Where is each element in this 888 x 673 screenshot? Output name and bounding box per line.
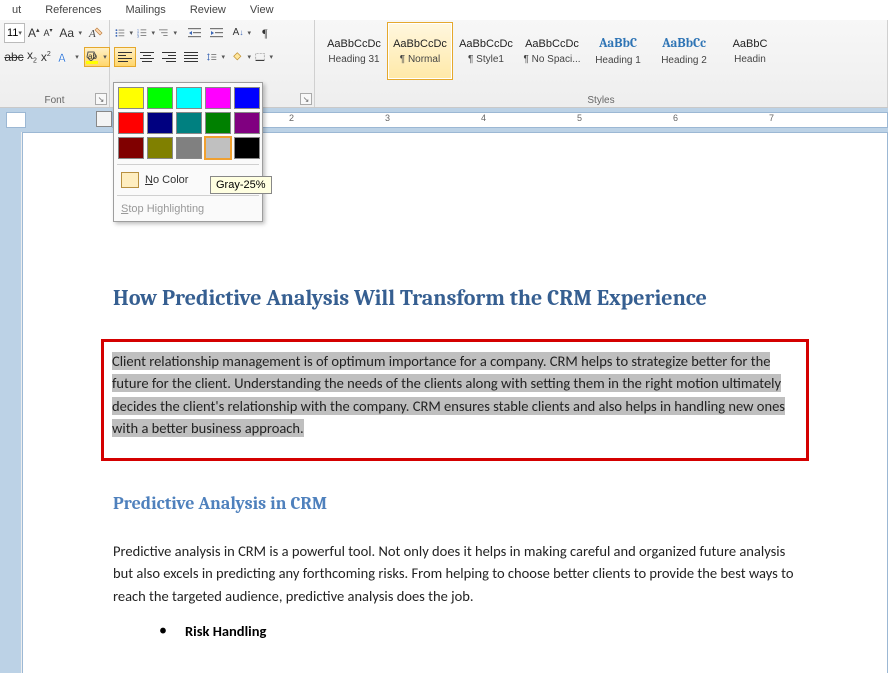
doc-heading-2[interactable]: Predictive Analysis in CRM [113,493,807,514]
highlight-color-grid [117,86,259,160]
ribbon-tabs: ut References Mailings Review View [0,0,888,20]
text-effects-button[interactable]: A [56,47,82,67]
sort-button[interactable]: A↓ [232,23,254,43]
highlight-color-button[interactable]: ab [84,47,110,67]
bullet-icon: • [159,621,167,640]
font-size-combo[interactable]: 11 ▾ [4,23,25,43]
color-tooltip: Gray-25% [210,176,272,194]
font-size-value: 11 [7,27,18,39]
justify-button[interactable] [180,47,202,67]
bullet-list: • Risk Handling [159,621,807,640]
strikethrough-button[interactable]: abc [4,47,24,67]
tab-view[interactable]: View [238,2,286,18]
annotation-box: Client relationship management is of opt… [101,339,809,461]
no-color-swatch [121,172,139,188]
grow-font-button[interactable]: A▴ [27,23,41,43]
increase-indent-button[interactable] [206,23,228,43]
svg-text:ab: ab [88,52,97,61]
color-swatch[interactable] [118,137,144,159]
align-left-button[interactable] [114,47,136,67]
shading-button[interactable] [232,47,254,67]
selected-text: Client relationship management is of opt… [112,352,785,437]
style-item[interactable]: AaBbCcHeading 2 [651,22,717,80]
styles-group-label: Styles [315,95,887,106]
color-swatch[interactable] [205,87,231,109]
line-spacing-button[interactable] [206,47,228,67]
show-marks-button[interactable]: ¶ [254,23,276,43]
style-item[interactable]: AaBbCcDc¶ No Spaci... [519,22,585,80]
color-swatch[interactable] [234,112,260,134]
color-swatch[interactable] [147,87,173,109]
color-swatch[interactable] [176,137,202,159]
stop-highlighting-menuitem[interactable]: Stop Highlighting [117,200,259,218]
align-center-button[interactable] [136,47,158,67]
color-swatch[interactable] [234,137,260,159]
style-item[interactable]: AaBbCcDcHeading 31 [321,22,387,80]
color-swatch[interactable] [234,87,260,109]
align-right-button[interactable] [158,47,180,67]
doc-heading-1[interactable]: How Predictive Analysis Will Transform t… [113,285,807,311]
style-item[interactable]: AaBbCcDc¶ Style1 [453,22,519,80]
style-item[interactable]: AaBbCHeading 1 [585,22,651,80]
multilevel-list-button[interactable] [158,23,180,43]
doc-paragraph-2[interactable]: Predictive analysis in CRM is a powerful… [113,540,807,607]
styles-gallery[interactable]: AaBbCcDcHeading 31AaBbCcDc¶ NormalAaBbCc… [321,22,881,84]
tab-selector[interactable] [96,111,112,127]
change-case-button[interactable]: Aa [58,23,85,43]
style-item[interactable]: AaBbCcDc¶ Normal [387,22,453,80]
superscript-button[interactable]: x2 [40,47,52,67]
font-group: 11 ▾ A▴ A▾ Aa A abc x2 x2 A ab A [0,20,110,107]
color-swatch[interactable] [205,112,231,134]
tab-layout[interactable]: ut [0,2,33,18]
color-swatch[interactable] [205,137,231,159]
list-item[interactable]: • Risk Handling [159,621,807,640]
shrink-font-button[interactable]: A▾ [42,23,53,43]
svg-text:3: 3 [137,34,139,38]
color-swatch[interactable] [118,112,144,134]
color-swatch[interactable] [147,112,173,134]
list-item-text: Risk Handling [185,622,266,640]
color-swatch[interactable] [176,87,202,109]
color-swatch[interactable] [147,137,173,159]
vertical-ruler-stub [6,112,26,128]
svg-text:A: A [58,51,66,64]
menu-separator [117,164,259,165]
tab-review[interactable]: Review [178,2,238,18]
color-swatch[interactable] [118,87,144,109]
doc-paragraph-1[interactable]: Client relationship management is of opt… [112,350,798,440]
styles-group: AaBbCcDcHeading 31AaBbCcDc¶ NormalAaBbCc… [315,20,888,107]
borders-button[interactable] [254,47,276,67]
bullets-button[interactable] [114,23,136,43]
paragraph-dialog-launcher[interactable]: ↘ [300,93,312,105]
menu-separator [117,195,259,196]
style-item[interactable]: AaBbCHeadin [717,22,783,80]
numbering-button[interactable]: 123 [136,23,158,43]
clear-formatting-button[interactable]: A [87,23,105,43]
decrease-indent-button[interactable] [184,23,206,43]
tab-references[interactable]: References [33,2,113,18]
tab-mailings[interactable]: Mailings [113,2,177,18]
font-dialog-launcher[interactable]: ↘ [95,93,107,105]
highlight-color-dropdown: No Color Stop Highlighting [113,82,263,222]
color-swatch[interactable] [176,112,202,134]
font-group-label: Font [0,95,109,106]
subscript-button[interactable]: x2 [26,47,38,67]
